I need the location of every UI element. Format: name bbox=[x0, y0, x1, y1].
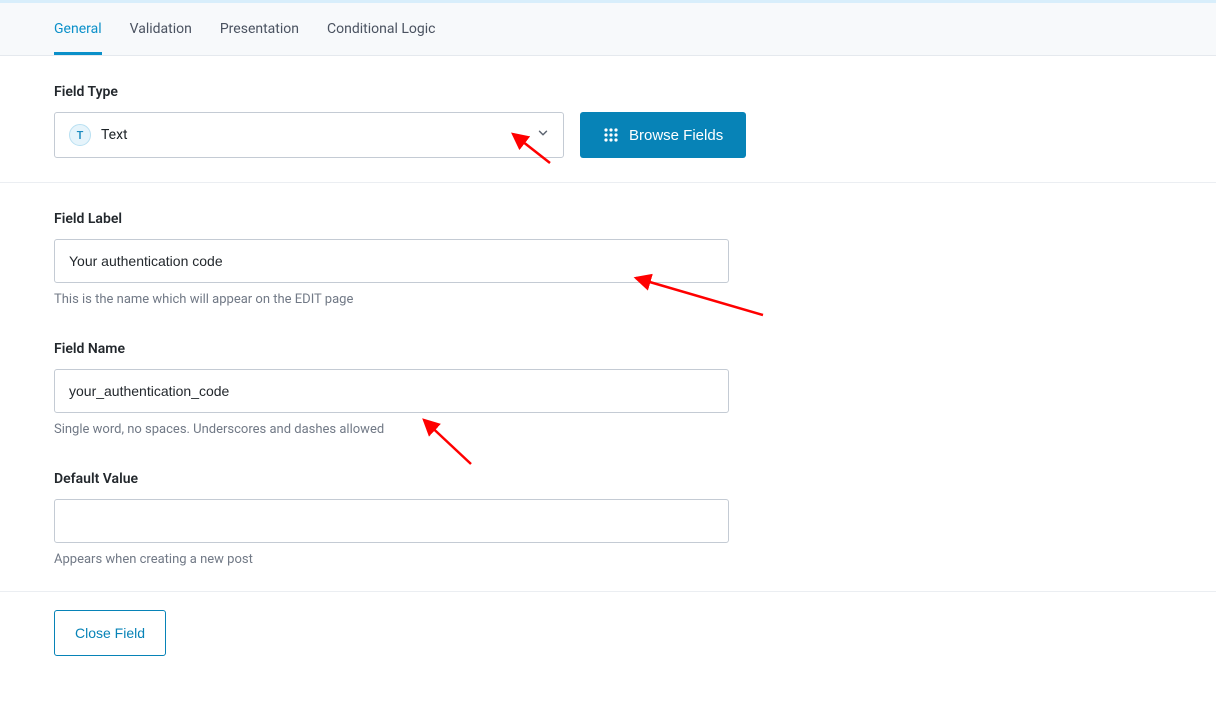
field-label-input[interactable] bbox=[54, 239, 729, 283]
field-name-hint: Single word, no spaces. Underscores and … bbox=[54, 422, 1162, 437]
grid-icon bbox=[603, 127, 619, 143]
tab-validation[interactable]: Validation bbox=[130, 4, 192, 55]
field-type-label: Field Type bbox=[54, 84, 1162, 100]
tab-general[interactable]: General bbox=[54, 4, 102, 55]
default-value-group: Default Value Appears when creating a ne… bbox=[54, 471, 1162, 567]
settings-tabbar: General Validation Presentation Conditio… bbox=[0, 3, 1216, 56]
close-field-button[interactable]: Close Field bbox=[54, 610, 166, 656]
tab-conditional-logic[interactable]: Conditional Logic bbox=[327, 4, 435, 55]
default-value-input[interactable] bbox=[54, 499, 729, 543]
field-settings-panel: General Validation Presentation Conditio… bbox=[0, 0, 1216, 676]
field-label-hint: This is the name which will appear on th… bbox=[54, 292, 1162, 307]
field-type-row: T Text Browse Fields bbox=[54, 112, 1162, 158]
field-type-section: Field Type T Text bbox=[0, 56, 1216, 182]
chevron-down-icon bbox=[536, 126, 550, 144]
default-value-label: Default Value bbox=[54, 471, 1162, 487]
field-name-group: Field Name Single word, no spaces. Under… bbox=[54, 341, 1162, 437]
default-value-hint: Appears when creating a new post bbox=[54, 552, 1162, 567]
browse-fields-label: Browse Fields bbox=[629, 127, 723, 144]
footer-section: Close Field bbox=[0, 591, 1216, 676]
field-label-label: Field Label bbox=[54, 211, 1162, 227]
field-type-selected-value: Text bbox=[101, 127, 128, 143]
field-inputs-section: Field Label This is the name which will … bbox=[0, 182, 1216, 591]
field-name-input[interactable] bbox=[54, 369, 729, 413]
field-label-group: Field Label This is the name which will … bbox=[54, 211, 1162, 307]
field-name-label: Field Name bbox=[54, 341, 1162, 357]
field-type-select-wrap: T Text bbox=[54, 112, 564, 158]
text-type-icon: T bbox=[69, 124, 91, 146]
tab-presentation[interactable]: Presentation bbox=[220, 4, 299, 55]
browse-fields-button[interactable]: Browse Fields bbox=[580, 112, 746, 158]
field-type-select[interactable]: T Text bbox=[54, 112, 564, 158]
